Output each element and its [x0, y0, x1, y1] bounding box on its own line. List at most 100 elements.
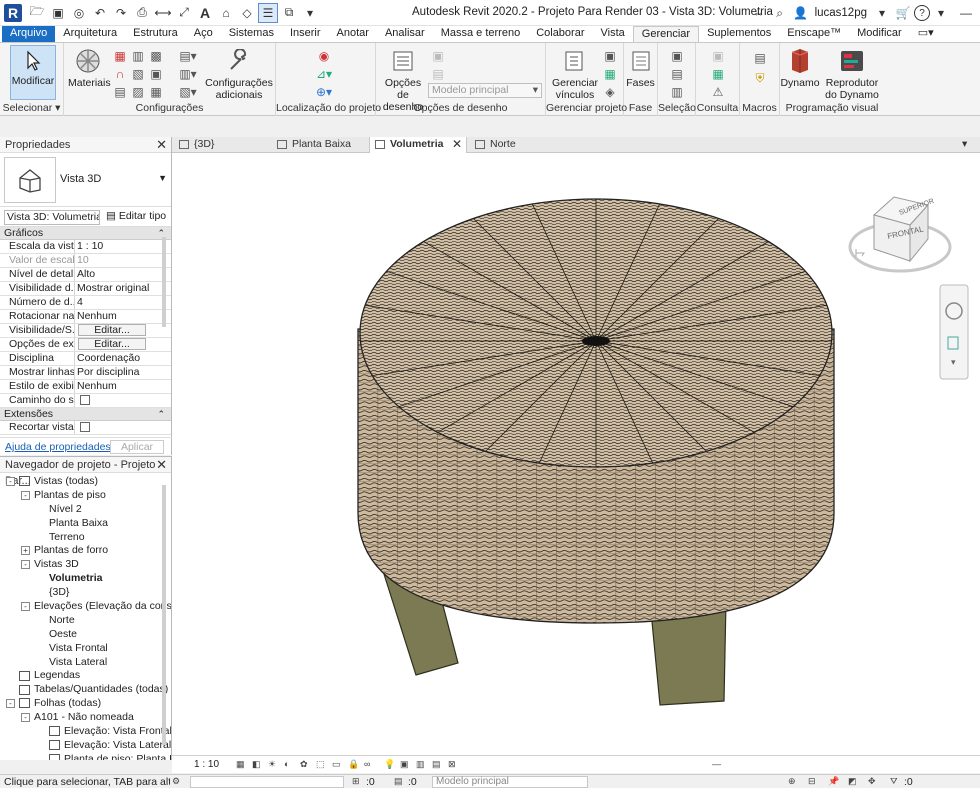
location-icon[interactable]: ◉ — [316, 49, 332, 63]
user-dropdown-icon[interactable]: ▾ — [872, 3, 892, 23]
coordinates-icon[interactable]: ⊿▾ — [316, 67, 332, 81]
drawing-canvas[interactable]: SUPERIOR FRONTAL ▾ — [172, 153, 980, 755]
collapse-icon[interactable]: - — [21, 712, 30, 722]
help-dropdown-icon[interactable]: ▾ — [931, 3, 951, 23]
shadows-icon[interactable]: ◐ — [284, 759, 295, 770]
collapse-icon[interactable]: - — [6, 476, 15, 486]
prop-row[interactable]: Escala da vista 1 : 10 — [0, 240, 171, 254]
browser-item[interactable]: Volumetria — [0, 572, 171, 586]
analytical-model-icon[interactable]: ▤ — [432, 759, 443, 770]
reveal-hidden-icon[interactable]: 💡 — [384, 759, 395, 770]
properties-help-link[interactable]: Ajuda de propriedades — [5, 441, 111, 453]
collapse-icon[interactable]: - — [21, 560, 30, 570]
viewcube[interactable]: SUPERIOR FRONTAL — [848, 196, 952, 273]
select-by-face-icon[interactable]: ◩ — [848, 776, 859, 787]
browser-item[interactable]: - Elevações (Elevação da const... — [0, 600, 171, 614]
dynamo-button[interactable]: Dynamo — [780, 47, 820, 89]
worksets-icon[interactable]: ⚙ — [172, 776, 183, 787]
macro-manager-icon[interactable]: ▤ — [752, 51, 768, 65]
save-selection-icon[interactable]: ▣ — [669, 49, 685, 63]
user-icon[interactable]: 👤 — [791, 3, 811, 23]
browser-item[interactable]: Legendas — [0, 669, 171, 683]
additional-settings-button[interactable]: Configurações adicionais — [204, 47, 274, 101]
measure-icon[interactable]: ⟷ — [153, 3, 173, 23]
ribbon-options-icon[interactable]: ▭▾ — [910, 26, 942, 42]
thin-lines-icon[interactable]: ☰ — [258, 2, 278, 23]
browser-item[interactable]: - Folhas (todas) — [0, 697, 171, 711]
customize-toolbar-icon[interactable]: ▾ — [300, 3, 320, 23]
browser-item[interactable]: Elevação: Vista Frontal — [0, 725, 171, 739]
collapse-icon[interactable]: - — [21, 601, 30, 611]
help-icon[interactable]: ? — [914, 5, 930, 21]
switch-windows-icon[interactable]: ⧉ — [279, 3, 299, 23]
browser-item[interactable]: + Plantas de forro — [0, 544, 171, 558]
browser-item[interactable]: Tabelas/Quantidades (todas) — [0, 683, 171, 697]
render-icon[interactable]: ✿ — [300, 759, 311, 770]
tab-sistemas[interactable]: Sistemas — [221, 26, 282, 42]
load-selection-icon[interactable]: ▤ — [669, 67, 685, 81]
browser-item[interactable]: - A101 - Não nomeada — [0, 711, 171, 725]
warnings-icon[interactable]: ⚠ — [710, 85, 726, 99]
panel-schedule-icon[interactable]: ▧▾ — [179, 85, 196, 99]
macro-security-icon[interactable]: ⛨ — [752, 71, 768, 85]
user-name[interactable]: lucas12pg — [815, 7, 867, 19]
tab-anotar[interactable]: Anotar — [329, 26, 377, 42]
redo-icon[interactable]: ↷ — [111, 3, 131, 23]
snaps-icon[interactable]: ∩ — [112, 67, 128, 81]
navigation-bar[interactable]: ▾ — [939, 284, 969, 380]
design-options-status-icon[interactable]: ▤ — [394, 776, 405, 787]
view-tab-3d[interactable]: {3D} — [174, 137, 270, 153]
phases-button[interactable]: Fases — [624, 47, 657, 89]
manage-links-button[interactable]: Gerenciar vínculos — [550, 47, 600, 101]
structural-settings-icon[interactable]: ▤▾ — [179, 49, 196, 63]
section-graphics[interactable]: Gráficos ⌃ — [0, 227, 171, 240]
temp-properties-icon[interactable]: ▥ — [416, 759, 427, 770]
tab-arquitetura[interactable]: Arquitetura — [55, 26, 125, 42]
object-styles-icon[interactable]: ▦ — [112, 49, 128, 63]
browser-item[interactable]: - Vistas 3D — [0, 558, 171, 572]
tab-colaborar[interactable]: Colaborar — [528, 26, 592, 42]
drag-elements-icon[interactable]: ✥ — [868, 776, 879, 787]
lock-view-icon[interactable]: 🔒 — [348, 759, 359, 770]
browser-item[interactable]: Vista Lateral — [0, 656, 171, 670]
browser-item[interactable]: - Plantas de piso — [0, 489, 171, 503]
crop-view-checkbox[interactable] — [80, 422, 90, 432]
browser-item[interactable]: Vista Frontal — [0, 642, 171, 656]
tab-gerenciar[interactable]: Gerenciar — [632, 26, 700, 42]
show-crop-icon[interactable]: ▭ — [332, 759, 343, 770]
prop-row[interactable]: Estilo de exibi...Nenhum — [0, 380, 171, 394]
open-icon[interactable]: 🗁 — [27, 3, 47, 23]
select-panel-label[interactable]: Selecionar ▾ — [0, 102, 63, 114]
dynamo-player-button[interactable]: Reprodutor do Dynamo — [820, 47, 884, 101]
tab-estrutura[interactable]: Estrutura — [125, 26, 186, 42]
prop-row[interactable]: Disciplina Coordenação — [0, 352, 171, 366]
close-properties-icon[interactable]: ✕ — [156, 137, 167, 153]
project-parameters-icon[interactable]: ▥ — [130, 49, 146, 63]
worksharing-icon[interactable]: ▣ — [400, 759, 411, 770]
main-model-select[interactable]: Modelo principal ▾ — [428, 83, 542, 98]
edit-type-button[interactable]: ▤ Editar tipo — [106, 210, 166, 222]
materials-button[interactable]: Materiais — [68, 47, 111, 89]
type-selector[interactable]: Vista 3D ▼ — [0, 153, 171, 207]
sun-path-checkbox[interactable] — [80, 395, 90, 405]
workset-select[interactable] — [190, 776, 344, 788]
prop-row[interactable]: Número de d... 4 — [0, 296, 171, 310]
properties-scrollbar[interactable] — [162, 237, 166, 327]
project-units-icon[interactable]: ▦ — [148, 85, 164, 99]
prop-row[interactable]: Mostrar linhas...Por disciplina — [0, 366, 171, 380]
tab-modificar[interactable]: Modificar — [849, 26, 910, 42]
editing-requests-icon[interactable]: ⊞ — [352, 776, 363, 787]
modify-button[interactable]: Modificar — [10, 45, 56, 100]
display-options-edit-button[interactable]: Editar... — [78, 338, 146, 350]
prop-row[interactable]: Visibilidade d... Mostrar original — [0, 282, 171, 296]
manage-images-icon[interactable]: ▣ — [602, 49, 618, 63]
expand-icon[interactable]: + — [21, 546, 30, 556]
tab-massa-e-terreno[interactable]: Massa e terreno — [433, 26, 528, 42]
cart-icon[interactable]: 🛒 — [893, 3, 913, 23]
section-icon[interactable]: ◇ — [237, 3, 257, 23]
prop-row[interactable]: Rotacionar na...Nenhum — [0, 310, 171, 324]
filter-icon[interactable]: ⛛ — [890, 776, 901, 787]
tab-vista[interactable]: Vista — [593, 26, 633, 42]
instance-view-select[interactable]: Vista 3D: Volumetria — [4, 210, 100, 225]
search-icon[interactable]: ⌕ — [770, 3, 790, 23]
